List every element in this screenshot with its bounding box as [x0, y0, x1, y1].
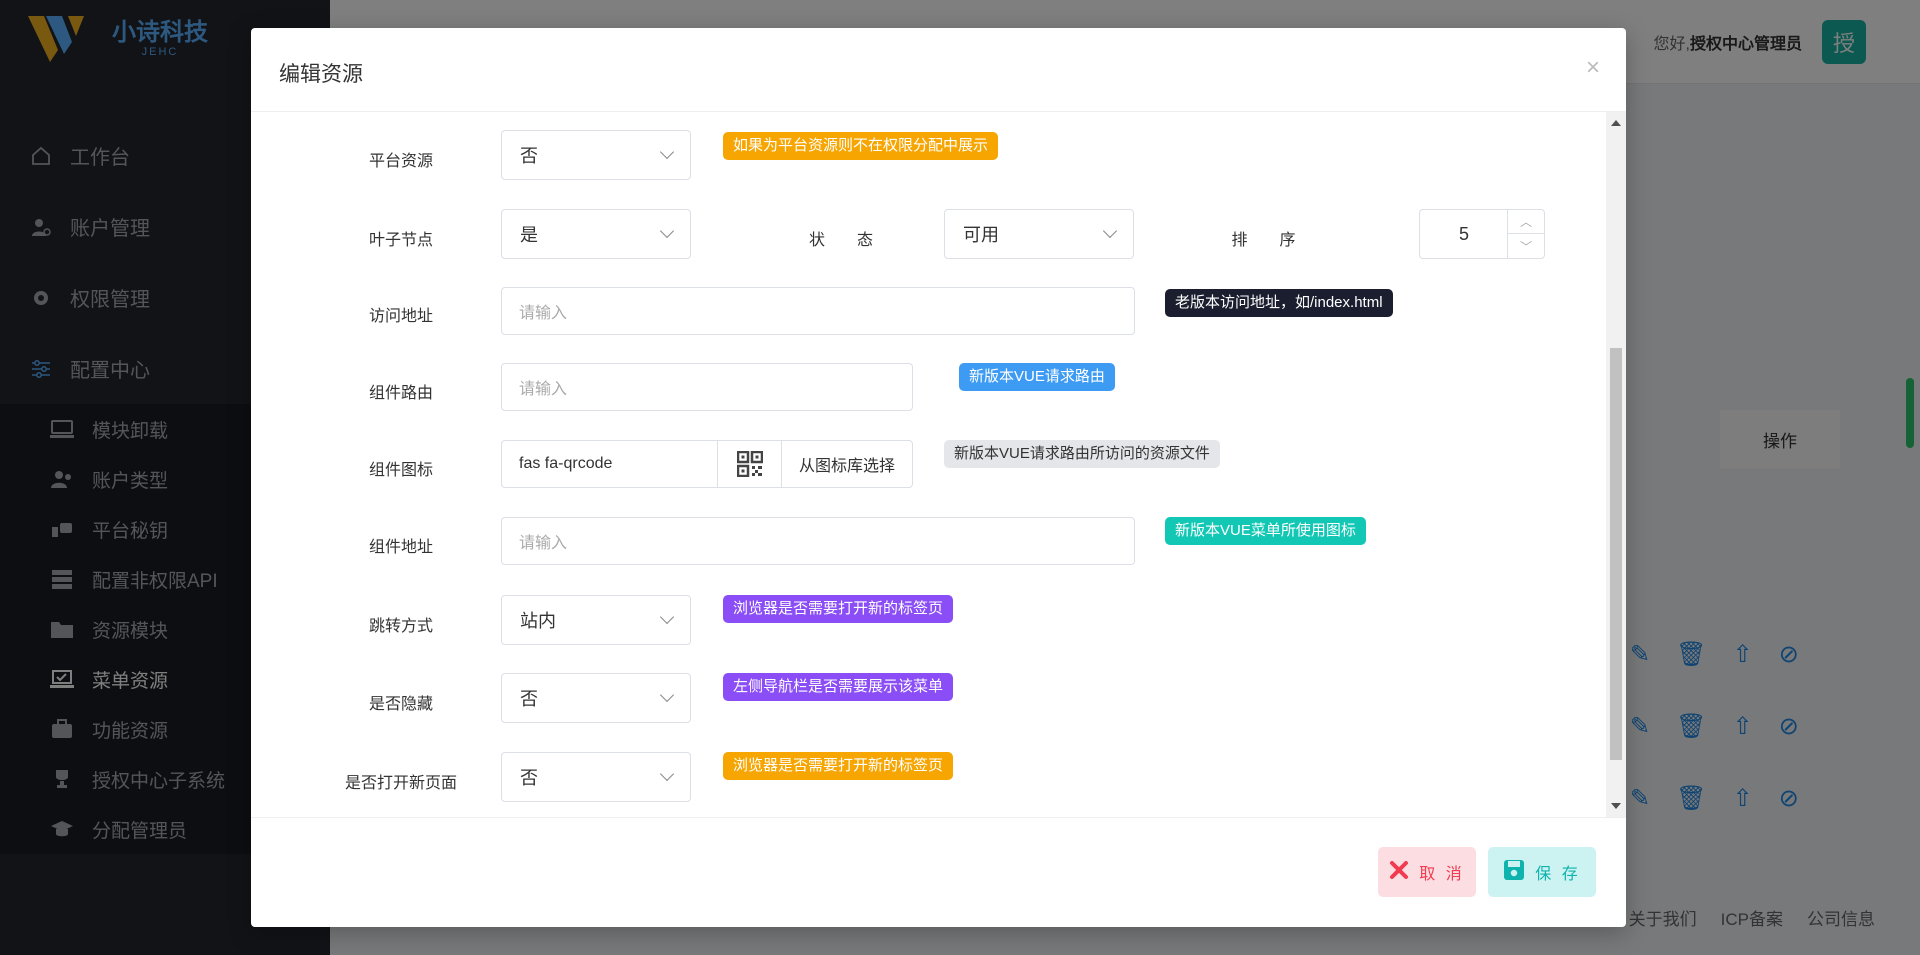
field-label: 组件地址: [368, 539, 433, 556]
modal-header: 编辑资源 ×: [251, 28, 1626, 112]
open-new-page-select[interactable]: 否: [501, 752, 691, 802]
close-icon[interactable]: ×: [1586, 56, 1600, 80]
chevron-down-icon: [659, 766, 675, 782]
cancel-label: 取 消: [1419, 866, 1465, 883]
component-route-input[interactable]: 请输入: [501, 363, 913, 411]
component-icon-input[interactable]: fas fa-qrcode: [502, 441, 718, 487]
hint-tag: 浏览器是否需要打开新的标签页: [723, 595, 954, 623]
save-label: 保 存: [1535, 866, 1581, 883]
select-value: 站内: [520, 611, 556, 631]
field-label: 排 序: [1231, 232, 1296, 249]
select-value: 否: [520, 146, 538, 166]
platform-resource-select[interactable]: 否: [501, 130, 691, 180]
modal-title: 编辑资源: [279, 63, 363, 86]
chevron-down-icon: [659, 609, 675, 625]
choose-icon-library-button[interactable]: 从图标库选择: [782, 441, 912, 487]
select-value: 是: [520, 225, 538, 245]
field-label: 是否打开新页面: [344, 775, 457, 792]
chevron-down-icon: [659, 223, 675, 239]
access-url-input[interactable]: 请输入: [501, 287, 1135, 335]
component-url-input[interactable]: 请输入: [501, 517, 1135, 565]
spinner-buttons: ︿ ﹀: [1507, 210, 1544, 258]
hidden-select[interactable]: 否: [501, 673, 691, 723]
hint-tag: 浏览器是否需要打开新的标签页: [723, 752, 954, 780]
leaf-node-select[interactable]: 是: [501, 209, 691, 259]
chevron-down-icon: [659, 144, 675, 160]
scroll-up-icon[interactable]: [1611, 120, 1621, 126]
status-select[interactable]: 可用: [944, 209, 1134, 259]
edit-resource-modal: 编辑资源 × 平台资源 否 如果为平台资源则不在权限分配中展示 叶子节点 是 状…: [251, 28, 1626, 927]
sort-value: 5: [1458, 223, 1469, 244]
field-label: 叶子节点: [368, 232, 433, 249]
hint-tag: 新版本VUE请求路由: [959, 363, 1115, 391]
field-label: 是否隐藏: [368, 696, 433, 713]
field-label: 访问地址: [368, 308, 433, 325]
save-button[interactable]: 保 存: [1488, 847, 1596, 897]
decrement-icon[interactable]: ﹀: [1508, 234, 1544, 258]
sort-number-input[interactable]: 5 ︿ ﹀: [1419, 209, 1545, 259]
qrcode-icon[interactable]: [718, 441, 782, 487]
cancel-button[interactable]: 取 消: [1378, 847, 1476, 897]
jump-mode-select[interactable]: 站内: [501, 595, 691, 645]
select-value: 否: [520, 689, 538, 709]
hint-tag: 如果为平台资源则不在权限分配中展示: [723, 132, 999, 160]
hint-tag: 新版本VUE请求路由所访问的资源文件: [944, 440, 1220, 468]
close-icon: [1389, 860, 1409, 885]
field-label: 跳转方式: [368, 618, 433, 635]
increment-icon[interactable]: ︿: [1508, 210, 1544, 234]
hint-tag: 老版本访问地址，如/index.html: [1165, 289, 1393, 317]
modal-scrollbar[interactable]: [1606, 112, 1626, 817]
component-icon-group: fas fa-qrcode 从图标库选择: [501, 440, 913, 488]
scrollbar-thumb[interactable]: [1610, 348, 1622, 760]
field-label: 组件图标: [368, 462, 433, 479]
modal-body: 平台资源 否 如果为平台资源则不在权限分配中展示 叶子节点 是 状 态 可用 排…: [251, 112, 1626, 817]
hint-tag: 新版本VUE菜单所使用图标: [1165, 517, 1366, 545]
select-value: 可用: [963, 225, 999, 245]
chevron-down-icon: [659, 687, 675, 703]
scroll-down-icon[interactable]: [1611, 803, 1621, 809]
chevron-down-icon: [1102, 223, 1118, 239]
save-icon: [1503, 859, 1525, 886]
field-label: 平台资源: [368, 153, 433, 170]
field-label: 组件路由: [368, 385, 433, 402]
hint-tag: 左侧导航栏是否需要展示该菜单: [723, 673, 954, 701]
select-value: 否: [520, 768, 538, 788]
modal-footer: 取 消 保 存: [251, 817, 1626, 927]
field-label: 状 态: [808, 232, 873, 249]
